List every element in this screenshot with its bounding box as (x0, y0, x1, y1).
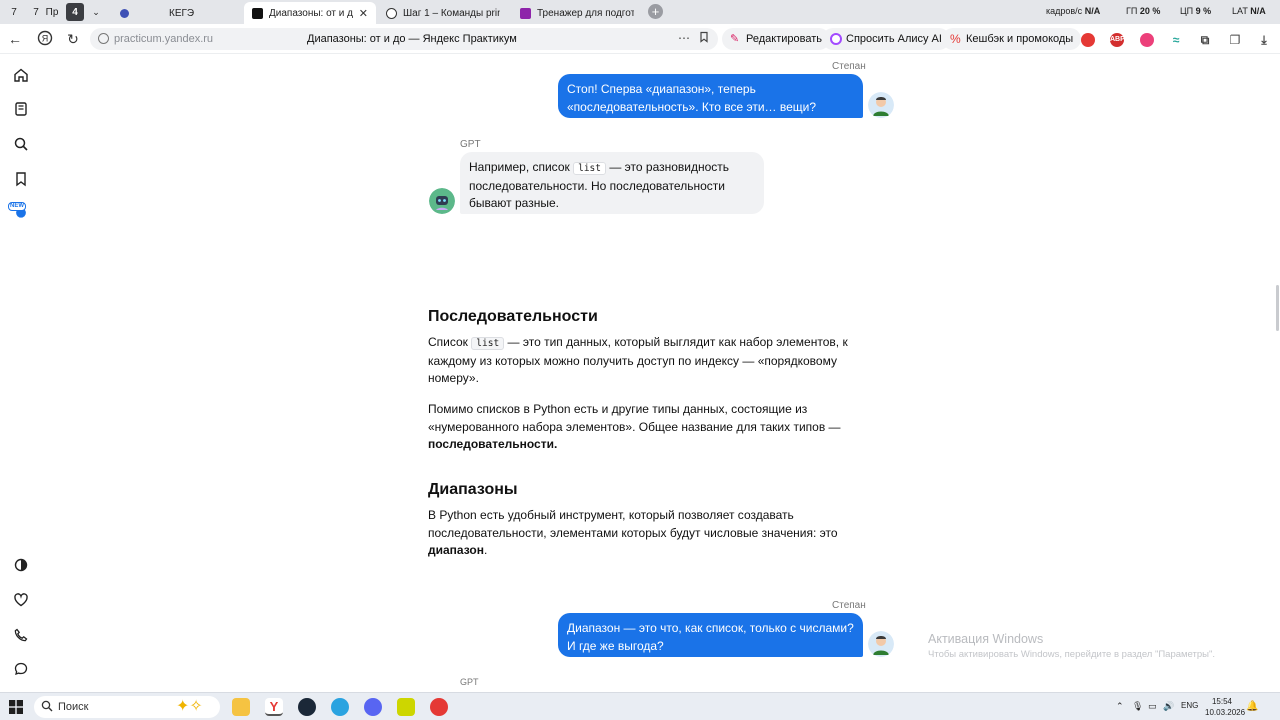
sender-name-bot: GPT (460, 677, 479, 685)
bot-message-bubble: Например, список list — это разновидност… (460, 152, 764, 214)
network-icon[interactable]: ▭ (1148, 701, 1157, 712)
site-info-icon[interactable] (98, 33, 109, 44)
phone-icon[interactable] (12, 627, 30, 645)
pinned-tab-2[interactable]: 7 (30, 3, 42, 21)
sender-name-user: Степан (832, 600, 866, 611)
practicum-favicon-icon (252, 7, 263, 19)
svg-text:Я: Я (42, 34, 49, 44)
pinned-tab-3[interactable]: Пр (44, 3, 60, 21)
new-feature-badge[interactable]: NEW (8, 202, 30, 221)
stepik-favicon-icon (386, 7, 397, 19)
steam-icon[interactable] (298, 698, 316, 716)
close-tab-icon[interactable]: ✕ (359, 7, 368, 20)
search-icon (41, 696, 53, 718)
telegram-icon[interactable] (331, 698, 349, 716)
cpu-readout: ЦП 9 % (1180, 6, 1212, 16)
paragraph-sequences: Помимо списков в Python есть и другие ти… (428, 402, 841, 451)
user-avatar (868, 92, 894, 118)
taskbar-clock[interactable]: 15:54 10.03.2026 (1205, 696, 1245, 718)
new-tab-button[interactable]: + (648, 4, 663, 19)
tab-title: Диапазоны: от и до — (269, 7, 353, 19)
alice-icon (830, 33, 842, 45)
tab-step1[interactable]: Шаг 1 – Команды print() и (378, 2, 508, 24)
inline-code: list (573, 162, 606, 175)
app-yellow-icon[interactable] (397, 698, 415, 716)
language-indicator[interactable]: ENG (1181, 701, 1198, 710)
tray-chevron-up-icon[interactable]: ⌃ (1116, 701, 1124, 712)
tab-trainer[interactable]: Тренажер для подготовк (512, 2, 642, 24)
yandex-id-icon[interactable]: Я (36, 30, 54, 48)
book-icon[interactable] (12, 101, 30, 119)
windows-activation-subtitle: Чтобы активировать Windows, перейдите в … (928, 649, 1215, 660)
ext-pink-icon[interactable] (1140, 33, 1154, 47)
search-highlight-icon: ✦✧ (176, 698, 203, 715)
bookmark-icon[interactable] (698, 31, 710, 46)
heading-ranges: Диапазоны (428, 481, 518, 498)
more-dots-icon[interactable]: ⋯ (678, 31, 690, 45)
tab-title: КЕГЭ (169, 7, 195, 19)
tab-title: Шаг 1 – Команды print() и (403, 7, 500, 19)
tab-ranges-active[interactable]: Диапазоны: от и до — ✕ (244, 2, 376, 24)
reload-icon[interactable]: ↻ (64, 30, 82, 48)
user-message-bubble: Диапазон — это что, как список, только с… (558, 613, 863, 657)
new-badge-label: NEW (8, 202, 26, 211)
paragraph-list-definition: Список list — это тип данных, который вы… (428, 335, 848, 385)
bookmark-icon[interactable] (12, 171, 30, 189)
ext-red-icon[interactable] (1081, 33, 1095, 47)
chat-bubble-icon[interactable] (12, 661, 30, 679)
paragraph-ranges: В Python есть удобный инструмент, которы… (428, 508, 838, 557)
sender-name-user: Степан (832, 61, 866, 72)
adblock-icon[interactable]: ABP (1110, 33, 1125, 47)
file-explorer-icon[interactable] (232, 698, 250, 716)
trainer-favicon-icon (520, 7, 531, 19)
browser-address-bar: ← Я ↻ practicum.yandex.ru Диапазоны: от … (0, 24, 1280, 54)
ask-alice-button[interactable]: Спросить Алису AI (822, 28, 950, 50)
chevron-down-icon[interactable]: ⌄ (88, 3, 104, 21)
left-sidebar: NEW (0, 55, 42, 690)
search-icon[interactable] (12, 136, 30, 154)
download-icon[interactable]: ⤓ (1257, 33, 1271, 47)
cashback-button[interactable]: % Кешбэк и промокоды (942, 28, 1082, 50)
kege-favicon-icon (120, 8, 129, 18)
url-text[interactable]: practicum.yandex.ru (114, 33, 213, 45)
notifications-icon[interactable]: 🔔 (1246, 701, 1258, 712)
page-title-in-address: Диапазоны: от и до — Яндекс Практикум (307, 33, 517, 45)
discord-icon[interactable] (364, 698, 382, 716)
back-arrow-icon[interactable]: ← (6, 30, 24, 48)
pencil-icon: ✎ (730, 33, 740, 45)
percent-icon: % (950, 32, 961, 46)
windows-activation-title: Активация Windows (928, 632, 1044, 646)
extensions-puzzle-icon[interactable]: ⧉ (1198, 33, 1212, 47)
pinned-tab-1[interactable]: 7 (6, 3, 22, 21)
tab-group-count[interactable]: 4 (66, 3, 84, 21)
lat-readout: LAT N/A (1232, 6, 1266, 16)
user-avatar (868, 631, 894, 657)
gpu-readout: ГП 20 % (1126, 6, 1161, 16)
windows-taskbar: Поиск ✦✧ Y ⌃ 🎙 ▭ 🔊 ENG 15:54 10.03.2026 … (0, 692, 1280, 720)
heart-icon[interactable] (12, 592, 30, 610)
contrast-theme-icon[interactable] (12, 557, 30, 575)
taskbar-search-input[interactable]: Поиск ✦✧ (34, 696, 220, 718)
sender-name-bot: GPT (460, 139, 481, 150)
app-red-icon[interactable] (430, 698, 448, 716)
tab-title: Тренажер для подготовк (537, 7, 634, 19)
heading-sequences: Последовательности (428, 308, 598, 325)
edit-button[interactable]: ✎ Редактировать (722, 28, 830, 50)
ext-tilde-icon[interactable]: ≈ (1169, 33, 1183, 47)
volume-icon[interactable]: 🔊 (1163, 701, 1174, 712)
tab-kege[interactable]: КЕГЭ (112, 2, 240, 24)
collections-icon[interactable]: ❐ (1228, 33, 1242, 47)
bot-avatar (429, 188, 455, 214)
fps-readout: кадров/с N/A (1046, 6, 1101, 16)
user-message-bubble: Стоп! Сперва «диапазон», теперь «последо… (558, 74, 863, 118)
yandex-browser-icon[interactable]: Y (265, 698, 283, 716)
home-icon[interactable] (12, 67, 30, 85)
page-scrollbar-thumb[interactable] (1276, 285, 1279, 331)
inline-code: list (471, 337, 505, 350)
browser-tab-strip: 7 7 Пр 4 ⌄ КЕГЭ Диапазоны: от и до — ✕ Ш… (0, 0, 1280, 24)
url-field[interactable]: practicum.yandex.ru Диапазоны: от и до —… (90, 28, 718, 50)
windows-start-icon[interactable] (9, 700, 23, 714)
microphone-icon[interactable]: 🎙 (1132, 701, 1143, 712)
